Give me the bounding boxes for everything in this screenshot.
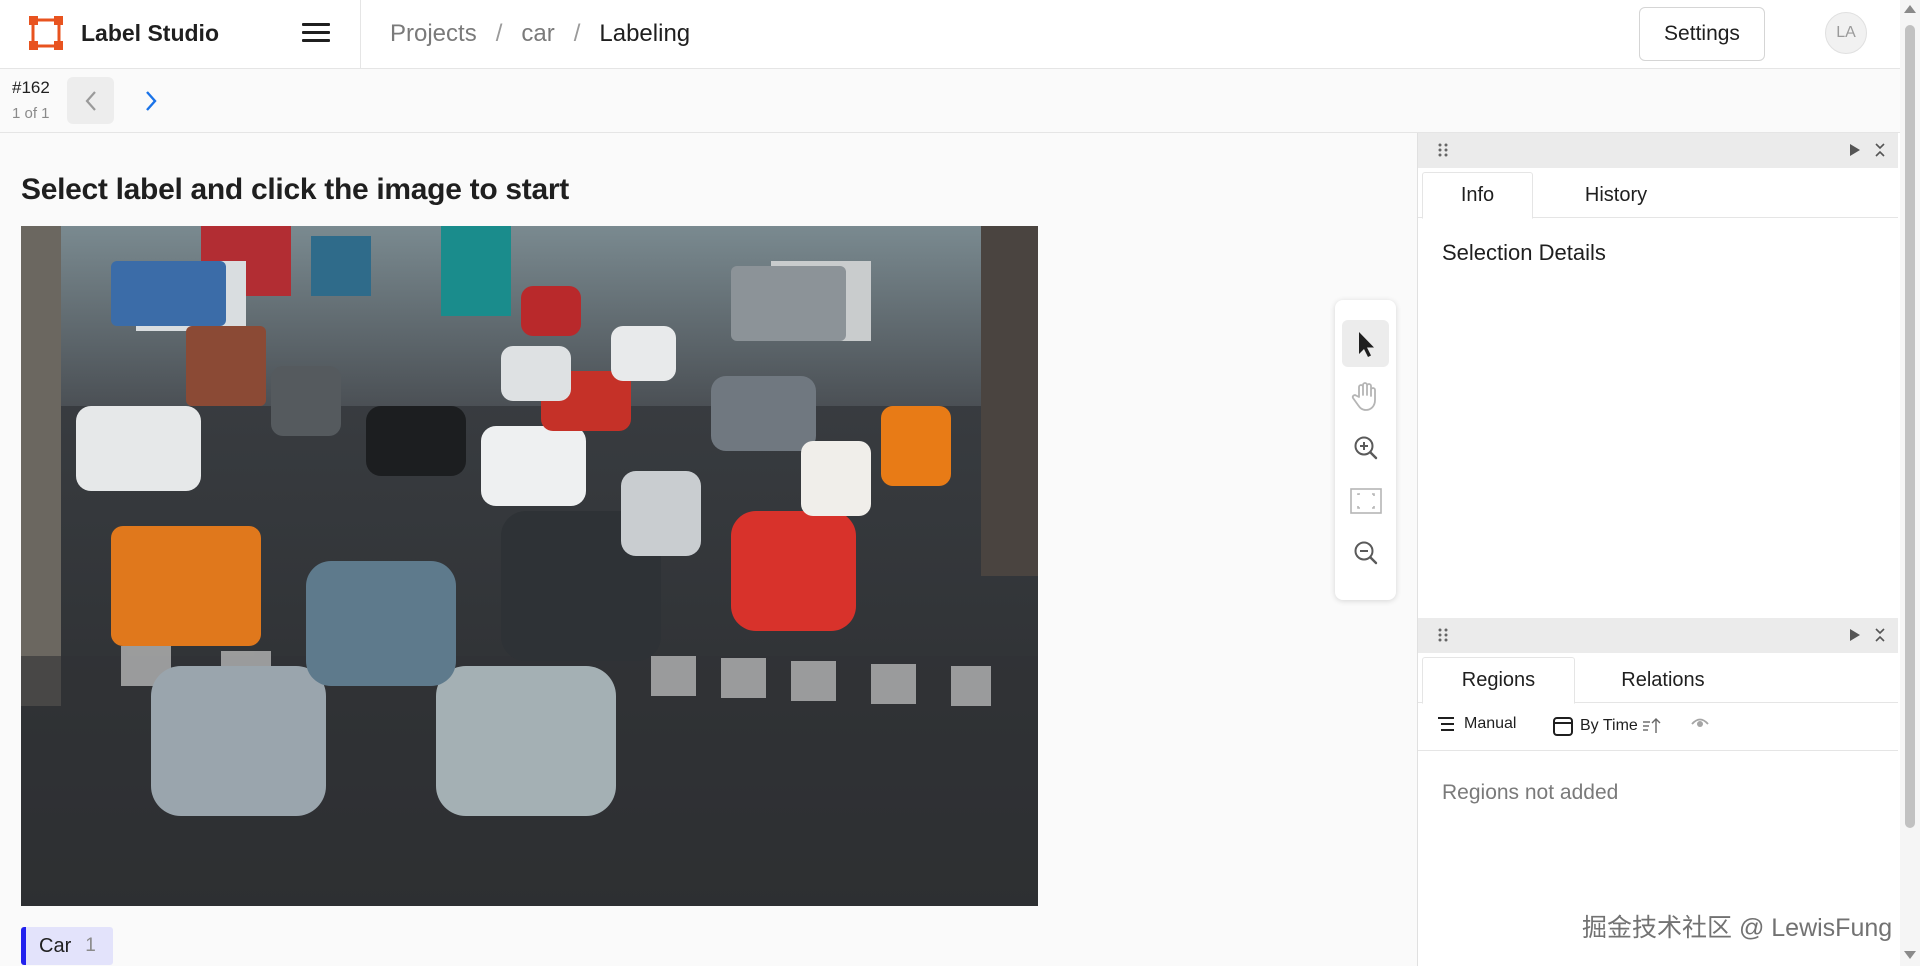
- brand[interactable]: Label Studio: [28, 15, 219, 51]
- cursor-arrow-icon: [1358, 331, 1374, 357]
- instruction-heading: Select label and click the image to star…: [21, 173, 569, 206]
- expand-panel-icon[interactable]: [1848, 626, 1862, 644]
- label-studio-app: Label Studio Projects / car / Labeling S…: [0, 0, 1920, 966]
- previous-task-button[interactable]: [67, 77, 114, 124]
- info-panel-header[interactable]: [1418, 133, 1898, 168]
- tab-info[interactable]: Info: [1422, 172, 1533, 219]
- info-tabs: Info History: [1418, 168, 1898, 219]
- collapse-panel-icon[interactable]: [1873, 141, 1887, 159]
- image-toolbar: [1335, 300, 1396, 600]
- tab-relations[interactable]: Relations: [1578, 657, 1748, 704]
- zoom-in-tool[interactable]: [1342, 424, 1389, 471]
- zoom-in-icon: [1354, 436, 1377, 459]
- selection-details-title: Selection Details: [1442, 240, 1606, 265]
- app-name: Label Studio: [81, 19, 219, 46]
- eye-icon: [1691, 718, 1709, 727]
- scroll-thumb[interactable]: [1905, 25, 1915, 828]
- expand-panel-icon[interactable]: [1848, 141, 1862, 159]
- header-divider: [360, 0, 361, 69]
- drag-handle-icon: [1438, 628, 1448, 642]
- regions-toolbar: Manual By Time: [1418, 701, 1898, 751]
- labeling-area: Select label and click the image to star…: [0, 133, 1417, 966]
- breadcrumb: Projects / car / Labeling: [390, 20, 690, 48]
- settings-button[interactable]: Settings: [1639, 7, 1765, 61]
- regions-empty-message: Regions not added: [1442, 781, 1619, 804]
- fit-tool[interactable]: [1342, 477, 1389, 524]
- sort-selector[interactable]: By Time: [1552, 715, 1663, 737]
- breadcrumb-projects[interactable]: Projects: [390, 20, 477, 48]
- tab-history[interactable]: History: [1536, 172, 1696, 219]
- drag-handle-icon: [1438, 143, 1448, 157]
- top-bar: Label Studio Projects / car / Labeling S…: [0, 0, 1900, 69]
- label-name: Car: [39, 934, 72, 957]
- regions-tabs: Regions Relations: [1418, 653, 1898, 704]
- grouping-label: Manual: [1464, 715, 1517, 732]
- zoom-out-icon: [1354, 541, 1377, 564]
- calendar-icon: [1553, 717, 1573, 736]
- task-position: 1 of 1: [12, 105, 50, 122]
- avatar[interactable]: LA: [1825, 12, 1867, 54]
- grouping-selector[interactable]: Manual: [1436, 715, 1516, 733]
- label-hotkey: 1: [85, 935, 96, 956]
- fit-frame-icon: [1349, 487, 1382, 514]
- sort-label: By Time: [1580, 717, 1638, 734]
- select-tool[interactable]: [1342, 320, 1389, 367]
- scroll-down-arrow-icon[interactable]: [1904, 951, 1916, 959]
- zoom-out-tool[interactable]: [1342, 529, 1389, 576]
- hand-icon: [1351, 381, 1376, 411]
- side-panel: Info History Selection Details Regions R…: [1417, 133, 1900, 966]
- breadcrumb-project[interactable]: car: [521, 20, 554, 48]
- pan-tool[interactable]: [1342, 372, 1389, 419]
- image-canvas[interactable]: [21, 226, 1038, 906]
- chevron-right-icon: [145, 90, 157, 111]
- breadcrumb-current: Labeling: [599, 20, 691, 47]
- scroll-up-arrow-icon[interactable]: [1904, 5, 1916, 13]
- sort-order-icon[interactable]: [1641, 716, 1663, 736]
- tab-regions[interactable]: Regions: [1422, 657, 1575, 704]
- hamburger-menu-icon[interactable]: [300, 20, 332, 48]
- breadcrumb-separator: /: [573, 20, 581, 47]
- chevron-left-icon: [85, 90, 96, 111]
- next-task-button[interactable]: [127, 77, 174, 124]
- label-car[interactable]: Car 1: [21, 927, 113, 965]
- visibility-toggle[interactable]: [1690, 715, 1710, 731]
- collapse-panel-icon[interactable]: [1873, 626, 1887, 644]
- task-navigation: #162 1 of 1: [0, 69, 1900, 133]
- regions-panel-header[interactable]: [1418, 618, 1898, 653]
- breadcrumb-separator: /: [495, 20, 503, 47]
- label-studio-logo-icon: [28, 15, 64, 51]
- task-id: #162: [12, 78, 50, 97]
- watermark: 掘金技术社区 @ LewisFung: [1582, 914, 1893, 942]
- street-traffic-photo: [21, 226, 1038, 906]
- page-scrollbar[interactable]: [1900, 0, 1920, 966]
- list-icon: [1438, 717, 1454, 731]
